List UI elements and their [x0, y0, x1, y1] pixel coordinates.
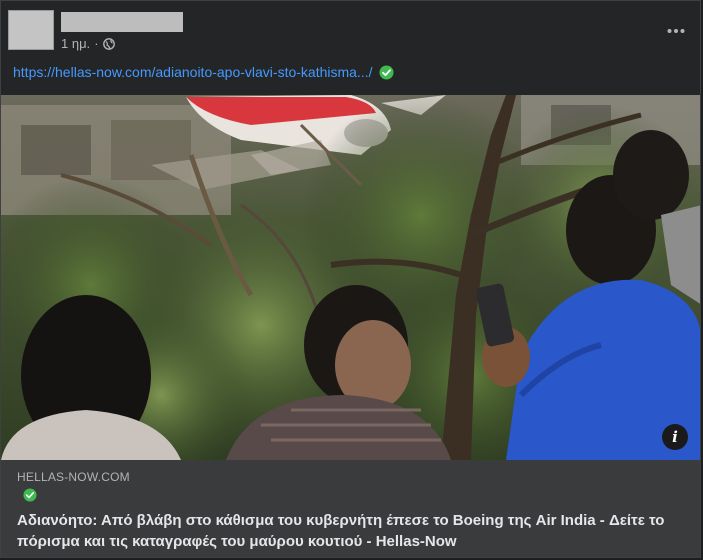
author-avatar-redacted[interactable] — [8, 10, 54, 50]
link-preview-card[interactable]: HELLAS-NOW.COM Αδιανόητο: Από βλάβη στο … — [1, 460, 700, 557]
info-icon: i — [672, 428, 678, 446]
meta-separator: · — [94, 36, 99, 51]
more-horizontal-icon — [667, 28, 685, 34]
more-options-button[interactable] — [662, 19, 690, 43]
post-timestamp[interactable]: 1 ημ. — [61, 36, 90, 51]
crash-site-photo — [1, 95, 700, 460]
facebook-post: 1 ημ. · https://hellas-now.com/adianoito… — [0, 0, 701, 558]
link-preview-image[interactable]: i — [1, 95, 700, 460]
verified-check-icon — [378, 64, 394, 80]
post-link[interactable]: https://hellas-now.com/adianoito-apo-vla… — [13, 64, 373, 80]
author-name-redacted[interactable] — [61, 12, 183, 32]
post-text: https://hellas-now.com/adianoito-apo-vla… — [13, 61, 688, 83]
preview-title[interactable]: Αδιανόητο: Από βλάβη στο κάθισμα του κυβ… — [17, 510, 687, 552]
globe-icon[interactable] — [102, 37, 115, 50]
preview-domain: HELLAS-NOW.COM — [17, 470, 130, 484]
verified-check-icon — [23, 488, 37, 502]
post-meta: 1 ημ. · — [61, 36, 115, 51]
info-button[interactable]: i — [662, 424, 688, 450]
post-header: 1 ημ. · — [1, 1, 700, 57]
